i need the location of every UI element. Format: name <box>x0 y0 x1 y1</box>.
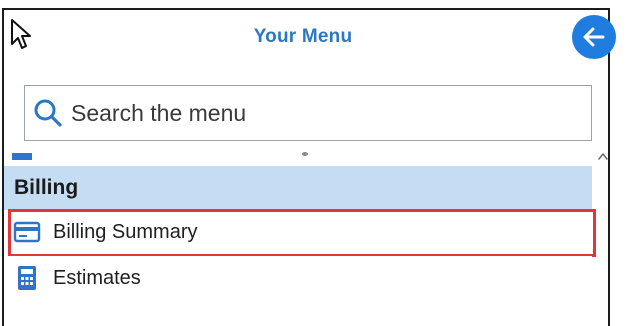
vertical-scrollbar[interactable] <box>596 150 608 326</box>
menu-item-label: Billing Summary <box>53 220 198 243</box>
clipped-item-text-fragment <box>302 152 308 156</box>
calculator-icon <box>18 266 36 290</box>
arrow-left-icon <box>583 27 605 47</box>
search-box[interactable] <box>24 85 592 141</box>
menu-title: Your Menu <box>253 26 353 47</box>
menu-item-estimates[interactable]: Estimates <box>4 256 592 300</box>
search-input[interactable] <box>71 99 571 127</box>
back-button[interactable] <box>572 15 616 59</box>
credit-card-icon <box>13 221 41 243</box>
clipped-item-icon <box>12 153 32 160</box>
clipped-menu-item[interactable] <box>4 150 592 166</box>
menu-list: Billing Billing Summary Estimates <box>4 150 608 326</box>
search-icon <box>34 99 62 127</box>
menu-item-billing-summary[interactable]: Billing Summary <box>4 210 592 254</box>
menu-item-label: Estimates <box>53 266 141 289</box>
screenshot-frame: Your Menu Billing Billing Summary <box>0 0 630 326</box>
section-title: Billing <box>14 176 79 199</box>
scroll-up-arrow-icon[interactable] <box>597 150 608 164</box>
section-header-billing: Billing <box>4 166 592 210</box>
